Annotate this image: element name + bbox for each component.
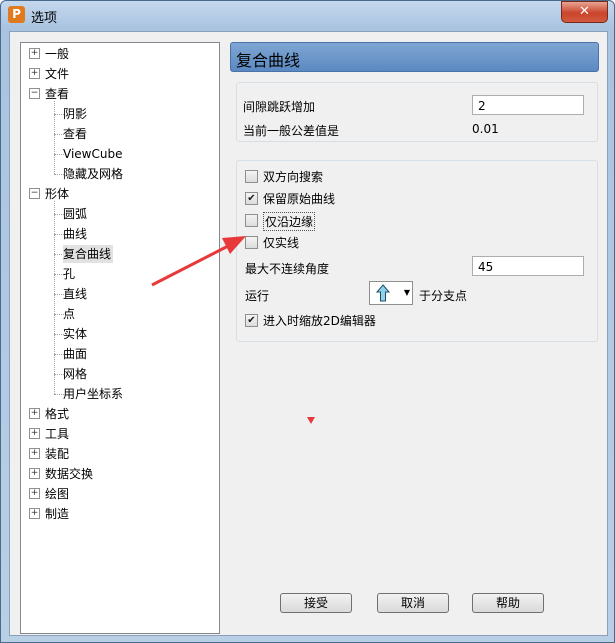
tree-item[interactable]: 曲线 [63, 225, 89, 243]
tree-item[interactable]: 复合曲线 [63, 245, 114, 263]
tree-item[interactable]: 直线 [63, 285, 89, 303]
tree-item-label: 隐藏及网格 [63, 167, 124, 181]
tree-item[interactable]: − 查看 [29, 85, 69, 103]
expand-icon[interactable]: + [29, 448, 40, 459]
tree-item[interactable]: 点 [63, 305, 77, 323]
expand-icon[interactable]: + [29, 428, 40, 439]
tree-item[interactable]: + 文件 [29, 65, 69, 83]
tree-item[interactable]: 孔 [63, 265, 77, 283]
keep-original-curve-checkbox[interactable]: ✔ [245, 192, 258, 205]
bidirectional-search-checkbox[interactable] [245, 170, 258, 183]
tolerance-label: 当前一般公差值是 [243, 124, 340, 138]
tree-item-label: 查看 [63, 127, 88, 141]
tree-item-label: 装配 [45, 447, 70, 461]
expand-icon[interactable]: + [29, 468, 40, 479]
tree-item-label: 网格 [63, 367, 88, 381]
tolerance-group: 间隙跳跃增加 2 当前一般公差值是 0.01 [236, 82, 598, 142]
gap-input[interactable]: 2 [472, 95, 584, 115]
accept-button[interactable]: 接受 [280, 593, 352, 613]
run-label: 运行 [245, 289, 270, 303]
tree-item-label: 查看 [45, 87, 70, 101]
app-logo-icon: P [8, 6, 25, 23]
tree-item-label: 形体 [45, 187, 70, 201]
tree-item-label: 数据交换 [45, 467, 94, 481]
tree-item[interactable]: 曲面 [63, 345, 89, 363]
tree-item[interactable]: + 数据交换 [29, 465, 93, 483]
tree-item-label: 用户坐标系 [63, 387, 124, 401]
edges-only-label: 仅沿边缘 [263, 212, 316, 231]
tree-item-label: 绘图 [45, 487, 70, 501]
options-group: 双方向搜索 ✔ 保留原始曲线 仅沿边缘 仅实线 最大不连续角度 45 运行 ▼ … [236, 160, 598, 342]
tree-item-label: 实体 [63, 327, 88, 341]
tree-item-label: 孔 [63, 267, 76, 281]
close-button[interactable]: ✕ [561, 1, 608, 23]
tree-item[interactable]: − 形体 [29, 185, 69, 203]
panel-header: 复合曲线 [230, 42, 599, 72]
expand-icon[interactable]: + [29, 68, 40, 79]
expand-icon[interactable]: + [29, 48, 40, 59]
tree-connector [54, 101, 55, 174]
tree-item-label: 制造 [45, 507, 70, 521]
tree-item-label: 阴影 [63, 107, 88, 121]
tree-item[interactable]: + 工具 [29, 425, 69, 443]
tree-item[interactable]: 阴影 [63, 105, 89, 123]
tree-item-label: 圆弧 [63, 207, 88, 221]
up-arrow-icon [376, 284, 390, 302]
tree-item-label: 文件 [45, 67, 70, 81]
collapse-icon[interactable]: − [29, 188, 40, 199]
tree-item[interactable]: 圆弧 [63, 205, 89, 223]
expand-icon[interactable]: + [29, 408, 40, 419]
options-dialog: P 选项 ✕ + 一般 + 文件 − 查看 阴影 查看 ViewCube 隐藏及网格 − 形体 圆弧 曲线… [0, 0, 615, 643]
cancel-button[interactable]: 取消 [377, 593, 449, 613]
tree-item[interactable]: 实体 [63, 325, 89, 343]
keep-original-curve-label: 保留原始曲线 [263, 192, 336, 206]
tree-item-label: ViewCube [63, 147, 123, 161]
tree-item-label: 点 [63, 307, 76, 321]
gap-label: 间隙跳跃增加 [243, 100, 316, 114]
panel-title: 复合曲线 [236, 51, 301, 70]
tree-item[interactable]: + 制造 [29, 505, 69, 523]
bidirectional-search-label: 双方向搜索 [263, 170, 324, 184]
tree-item[interactable]: 查看 [63, 125, 89, 143]
tree-connector [54, 201, 55, 394]
tolerance-value: 0.01 [472, 122, 499, 136]
collapse-icon[interactable]: − [29, 88, 40, 99]
title-bar[interactable]: P 选项 ✕ [1, 1, 614, 31]
tree-item-label: 一般 [45, 47, 70, 61]
tree-item-label: 曲面 [63, 347, 88, 361]
tree-item[interactable]: 用户坐标系 [63, 385, 125, 403]
tree-item-label: 曲线 [63, 227, 88, 241]
tree-item[interactable]: 隐藏及网格 [63, 165, 125, 183]
tree-item[interactable]: + 装配 [29, 445, 69, 463]
options-tree[interactable]: + 一般 + 文件 − 查看 阴影 查看 ViewCube 隐藏及网格 − 形体 圆弧 曲线 复合曲线孔直线… [20, 42, 220, 634]
expand-icon[interactable]: + [29, 508, 40, 519]
edges-only-checkbox[interactable] [245, 214, 258, 227]
tree-item-label: 格式 [45, 407, 70, 421]
dialog-title: 选项 [31, 11, 58, 26]
dialog-client-area: + 一般 + 文件 − 查看 阴影 查看 ViewCube 隐藏及网格 − 形体 圆弧 曲线 复合曲线孔直线… [9, 31, 608, 636]
tree-item[interactable]: + 格式 [29, 405, 69, 423]
tree-item[interactable]: ViewCube [63, 145, 124, 163]
chevron-down-icon: ▼ [403, 288, 410, 297]
run-suffix-label: 于分支点 [419, 289, 468, 303]
tree-item[interactable]: 网格 [63, 365, 89, 383]
zoom-2d-editor-checkbox[interactable]: ✔ [245, 314, 258, 327]
tree-item-label: 复合曲线 [63, 247, 112, 261]
help-button[interactable]: 帮助 [472, 593, 544, 613]
max-angle-input[interactable]: 45 [472, 256, 584, 276]
tree-item[interactable]: + 绘图 [29, 485, 69, 503]
zoom-2d-editor-label: 进入时缩放2D编辑器 [263, 314, 376, 328]
tree-item-label: 直线 [63, 287, 88, 301]
expand-icon[interactable]: + [29, 488, 40, 499]
run-mode-dropdown[interactable]: ▼ [369, 281, 413, 305]
tree-item-label: 工具 [45, 427, 70, 441]
tree-item[interactable]: + 一般 [29, 45, 69, 63]
solid-lines-only-label: 仅实线 [263, 236, 300, 250]
max-angle-label: 最大不连续角度 [245, 262, 330, 276]
solid-lines-only-checkbox[interactable] [245, 236, 258, 249]
